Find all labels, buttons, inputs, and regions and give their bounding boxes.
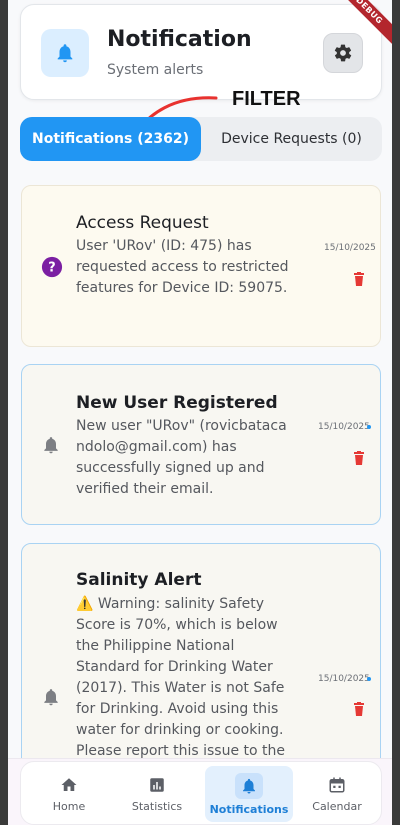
nav-label: Statistics: [131, 799, 183, 813]
nav-calendar[interactable]: Calendar: [297, 766, 377, 822]
nav-label: Notifications: [209, 802, 289, 816]
notification-date: 15/10/2025: [318, 422, 370, 432]
nav-active-indicator: [235, 772, 263, 799]
unread-indicator: [367, 425, 371, 429]
svg-text:?: ?: [48, 261, 55, 276]
notification-screen: Notification System alerts DEBUG FILTER …: [8, 0, 392, 825]
nav-home[interactable]: Home: [29, 766, 109, 822]
nav-statistics[interactable]: Statistics: [117, 766, 197, 822]
settings-button[interactable]: [323, 33, 363, 73]
tab-notifications[interactable]: Notifications (2362): [20, 117, 201, 161]
delete-icon[interactable]: [353, 702, 365, 716]
calendar-icon: [329, 777, 345, 792]
notification-title: Access Request: [76, 213, 209, 233]
notification-title: Salinity Alert: [76, 570, 202, 590]
question-circle-icon: ?: [41, 256, 63, 278]
notification-body: User 'URov' (ID: 475) has requested acce…: [76, 238, 289, 296]
delete-icon[interactable]: [353, 272, 365, 286]
header-card: Notification System alerts: [20, 4, 382, 100]
notification-date: 15/10/2025: [318, 674, 370, 684]
filter-annotation-label: FILTER: [232, 88, 301, 110]
home-icon: [61, 777, 77, 791]
header-bell-icon: [41, 29, 89, 77]
unread-indicator: [367, 677, 371, 681]
bell-icon: [44, 689, 58, 706]
nav-notifications[interactable]: Notifications: [205, 766, 293, 822]
bell-icon: [243, 778, 255, 793]
bottom-nav-bar: Home Statistics Notifications Calendar: [20, 761, 382, 825]
notification-card[interactable]: New User Registered New user "URov" (rov…: [21, 364, 381, 525]
gear-icon: [334, 44, 352, 62]
notification-body: ⚠️ Warning: salinity Safety Score is 70%…: [76, 596, 285, 759]
chart-icon: [150, 777, 164, 792]
notification-title: New User Registered: [76, 393, 278, 413]
page-subtitle: System alerts: [107, 62, 204, 78]
notification-card[interactable]: Access Request User 'URov' (ID: 475) has…: [21, 185, 381, 347]
notification-tabs: Notifications (2362) Device Requests (0): [20, 117, 382, 161]
nav-label: Home: [52, 799, 86, 813]
page-title: Notification: [107, 27, 252, 52]
tab-device-requests[interactable]: Device Requests (0): [201, 117, 382, 161]
bottom-navigation: Home Statistics Notifications Calendar: [8, 758, 392, 825]
notification-date: 15/10/2025: [324, 243, 376, 253]
delete-icon[interactable]: [353, 451, 365, 465]
bell-icon: [44, 437, 58, 454]
nav-label: Calendar: [312, 799, 362, 813]
notification-body: New user "URov" (rovicbataca ndolo@gmail…: [76, 418, 287, 497]
